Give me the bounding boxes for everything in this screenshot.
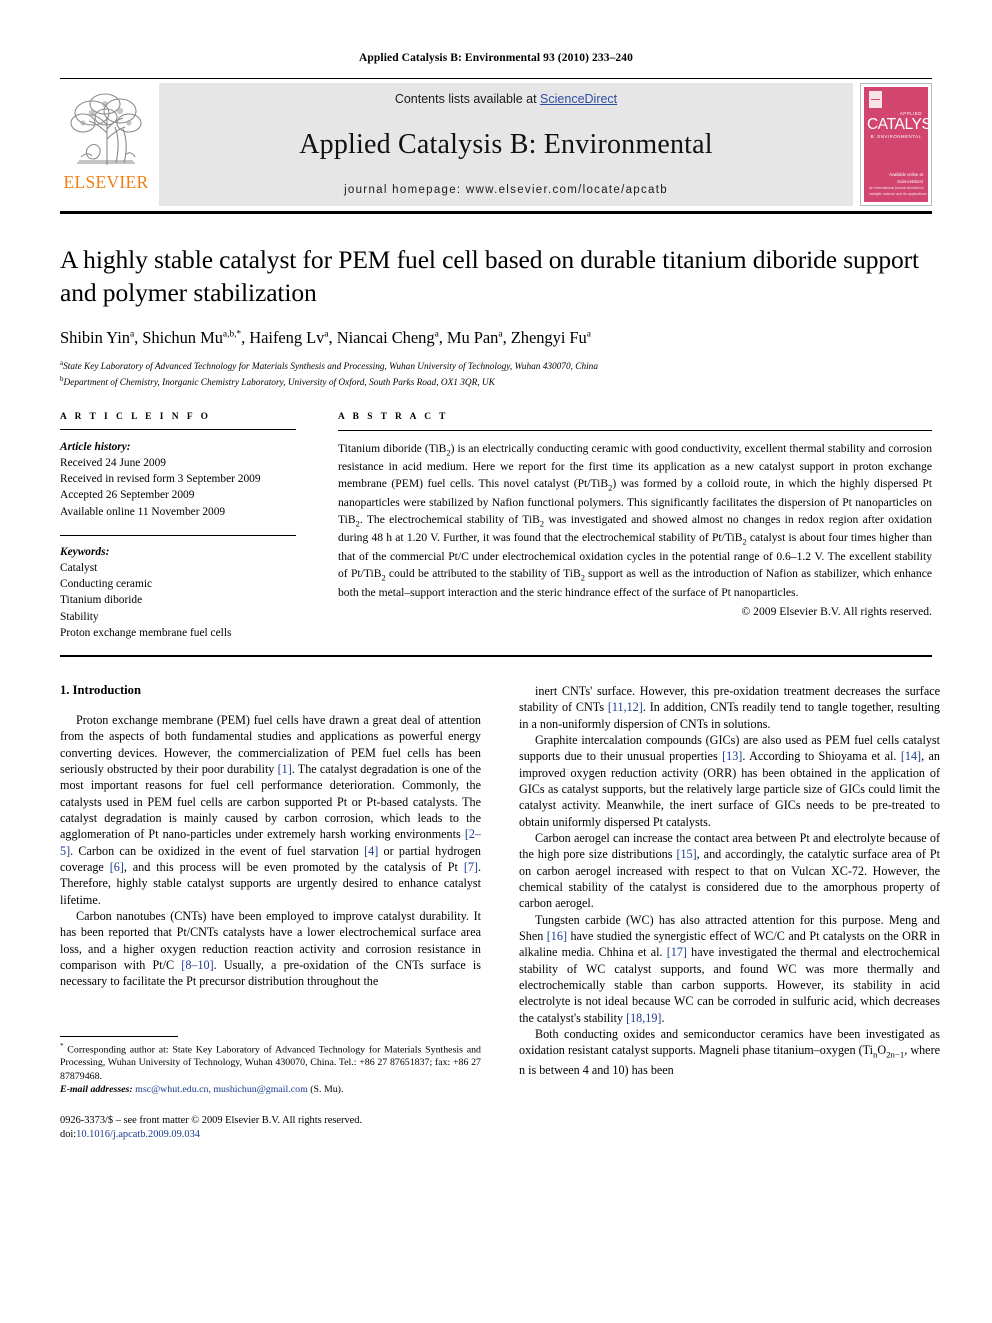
elsevier-tree-icon (70, 93, 142, 165)
cover-subtitle-label: B: ENVIRONMENTAL (870, 134, 922, 139)
abstract-column: A B S T R A C T Titanium diboride (TiB2)… (338, 412, 932, 641)
email-addresses[interactable]: msc@whut.edu.cn, mushichun@gmail.com (135, 1084, 308, 1095)
journal-cover-thumbnail: APPLIED CATALYSIS B: ENVIRONMENTAL Avail… (860, 83, 932, 206)
footnote-area: * Corresponding author at: State Key Lab… (60, 1035, 481, 1143)
elsevier-wordmark: ELSEVIER (63, 172, 149, 192)
keyword-item: Stability (60, 610, 99, 623)
paragraph: Carbon nanotubes (CNTs) have been employ… (60, 909, 481, 989)
masthead-center-panel: Contents lists available at ScienceDirec… (159, 83, 853, 206)
paragraph: Both conducting oxides and semiconductor… (519, 1027, 941, 1077)
keyword-item: Catalyst (60, 561, 98, 574)
section-heading-introduction: 1. Introduction (60, 682, 141, 697)
article-info-column: A R T I C L E I N F O Article history: R… (60, 412, 296, 641)
paragraph: Carbon aerogel can increase the contact … (519, 830, 941, 911)
keyword-item: Titanium diboride (60, 594, 143, 607)
affiliation-text-b: Department of Chemistry, Inorganic Chemi… (63, 377, 495, 388)
email-label: E-mail addresses: (60, 1084, 133, 1096)
history-item: Available online 11 November 2009 (60, 505, 226, 518)
keyword-item: Conducting ceramic (60, 578, 153, 591)
corresponding-author-note: * Corresponding author at: State Key Lab… (60, 1041, 481, 1082)
doi-line: doi:10.1016/j.apcatb.2009.09.034 (60, 1128, 481, 1143)
cover-title-label: CATALYSIS (867, 116, 932, 133)
issn-block: 0926-3373/$ – see front matter © 2009 El… (60, 1114, 481, 1143)
title-block: A highly stable catalyst for PEM fuel ce… (60, 244, 932, 390)
paragraph: Graphite intercalation compounds (GICs) … (519, 732, 941, 829)
cover-background: APPLIED CATALYSIS B: ENVIRONMENTAL Avail… (864, 87, 932, 202)
keywords-group: Keywords: Catalyst Conducting ceramic Ti… (60, 544, 296, 641)
keywords-rule (60, 534, 296, 536)
cover-elsevier-icon (869, 91, 882, 108)
abstract-rule (338, 429, 932, 431)
history-item: Received 24 June 2009 (60, 457, 166, 469)
affiliation-list: aState Key Laboratory of Advanced Techno… (60, 359, 932, 390)
keyword-item: Proton exchange membrane fuel cells (60, 626, 232, 639)
abstract-copyright: © 2009 Elsevier B.V. All rights reserved… (741, 605, 932, 619)
email-note: E-mail addresses: msc@whut.edu.cn, mushi… (60, 1083, 481, 1096)
header-rule (60, 78, 932, 79)
article-info-rule (60, 428, 296, 430)
sciencedirect-link[interactable]: ScienceDirect (540, 92, 617, 106)
elsevier-logo: ELSEVIER (60, 83, 152, 206)
journal-masthead: ELSEVIER Contents lists available at Sci… (60, 83, 932, 206)
page-title: A highly stable catalyst for PEM fuel ce… (60, 245, 920, 307)
journal-title: Applied Catalysis B: Environmental (299, 129, 713, 160)
keywords-label: Keywords: (60, 545, 110, 558)
abstract-bottom-rule (60, 654, 932, 657)
cover-sciencedirect-note: Available online at ScienceDirect (889, 172, 923, 184)
paragraph: Proton exchange membrane (PEM) fuel cell… (60, 712, 482, 907)
article-history-label: Article history: (60, 440, 131, 453)
doi-label: doi: (60, 1129, 77, 1141)
info-abstract-region: A R T I C L E I N F O Article history: R… (60, 412, 932, 641)
masthead-bottom-rule (60, 211, 932, 214)
abstract-heading: A B S T R A C T (338, 411, 449, 422)
paragraph: inert CNTs' surface. However, this pre-o… (519, 683, 940, 731)
contents-lists-line: Contents lists available at ScienceDirec… (395, 92, 617, 106)
author-list: Shibin Yina, Shichun Mua,b,*, Haifeng Lv… (60, 328, 591, 348)
paragraph: Tungsten carbide (WC) has also attracted… (519, 912, 940, 1025)
issn-line: 0926-3373/$ – see front matter © 2009 El… (60, 1114, 363, 1126)
history-item: Received in revised form 3 September 200… (60, 473, 261, 486)
doi-link[interactable]: 10.1016/j.apcatb.2009.09.034 (76, 1129, 200, 1140)
cover-bottom-note: An international journal devoted to cata… (869, 186, 927, 196)
contents-prefix-text: Contents lists available at (394, 92, 541, 106)
abstract-text: Titanium diboride (TiB2) is an electrica… (338, 441, 933, 599)
article-page: Applied Catalysis B: Environmental 93 (2… (0, 0, 992, 1323)
body-column-left: 1. Introduction Proton exchange membrane… (60, 683, 481, 1143)
body-column-right: inert CNTs' surface. However, this pre-o… (519, 683, 940, 1143)
history-item: Accepted 26 September 2009 (60, 489, 195, 502)
journal-homepage[interactable]: journal homepage: www.elsevier.com/locat… (344, 184, 668, 196)
article-history-group: Article history: Received 24 June 2009 R… (60, 439, 296, 520)
affiliation-a: aState Key Laboratory of Advanced Techno… (60, 359, 932, 374)
body-columns: 1. Introduction Proton exchange membrane… (60, 683, 940, 1143)
affiliation-b: bDepartment of Chemistry, Inorganic Chem… (60, 375, 932, 390)
affiliation-text-a: State Key Laboratory of Advanced Technol… (63, 362, 598, 373)
email-suffix: (S. Mu). (310, 1084, 344, 1096)
footnote-rule (60, 1035, 178, 1037)
running-head: Applied Catalysis B: Environmental 93 (2… (359, 52, 633, 64)
article-info-heading: A R T I C L E I N F O (60, 411, 211, 422)
